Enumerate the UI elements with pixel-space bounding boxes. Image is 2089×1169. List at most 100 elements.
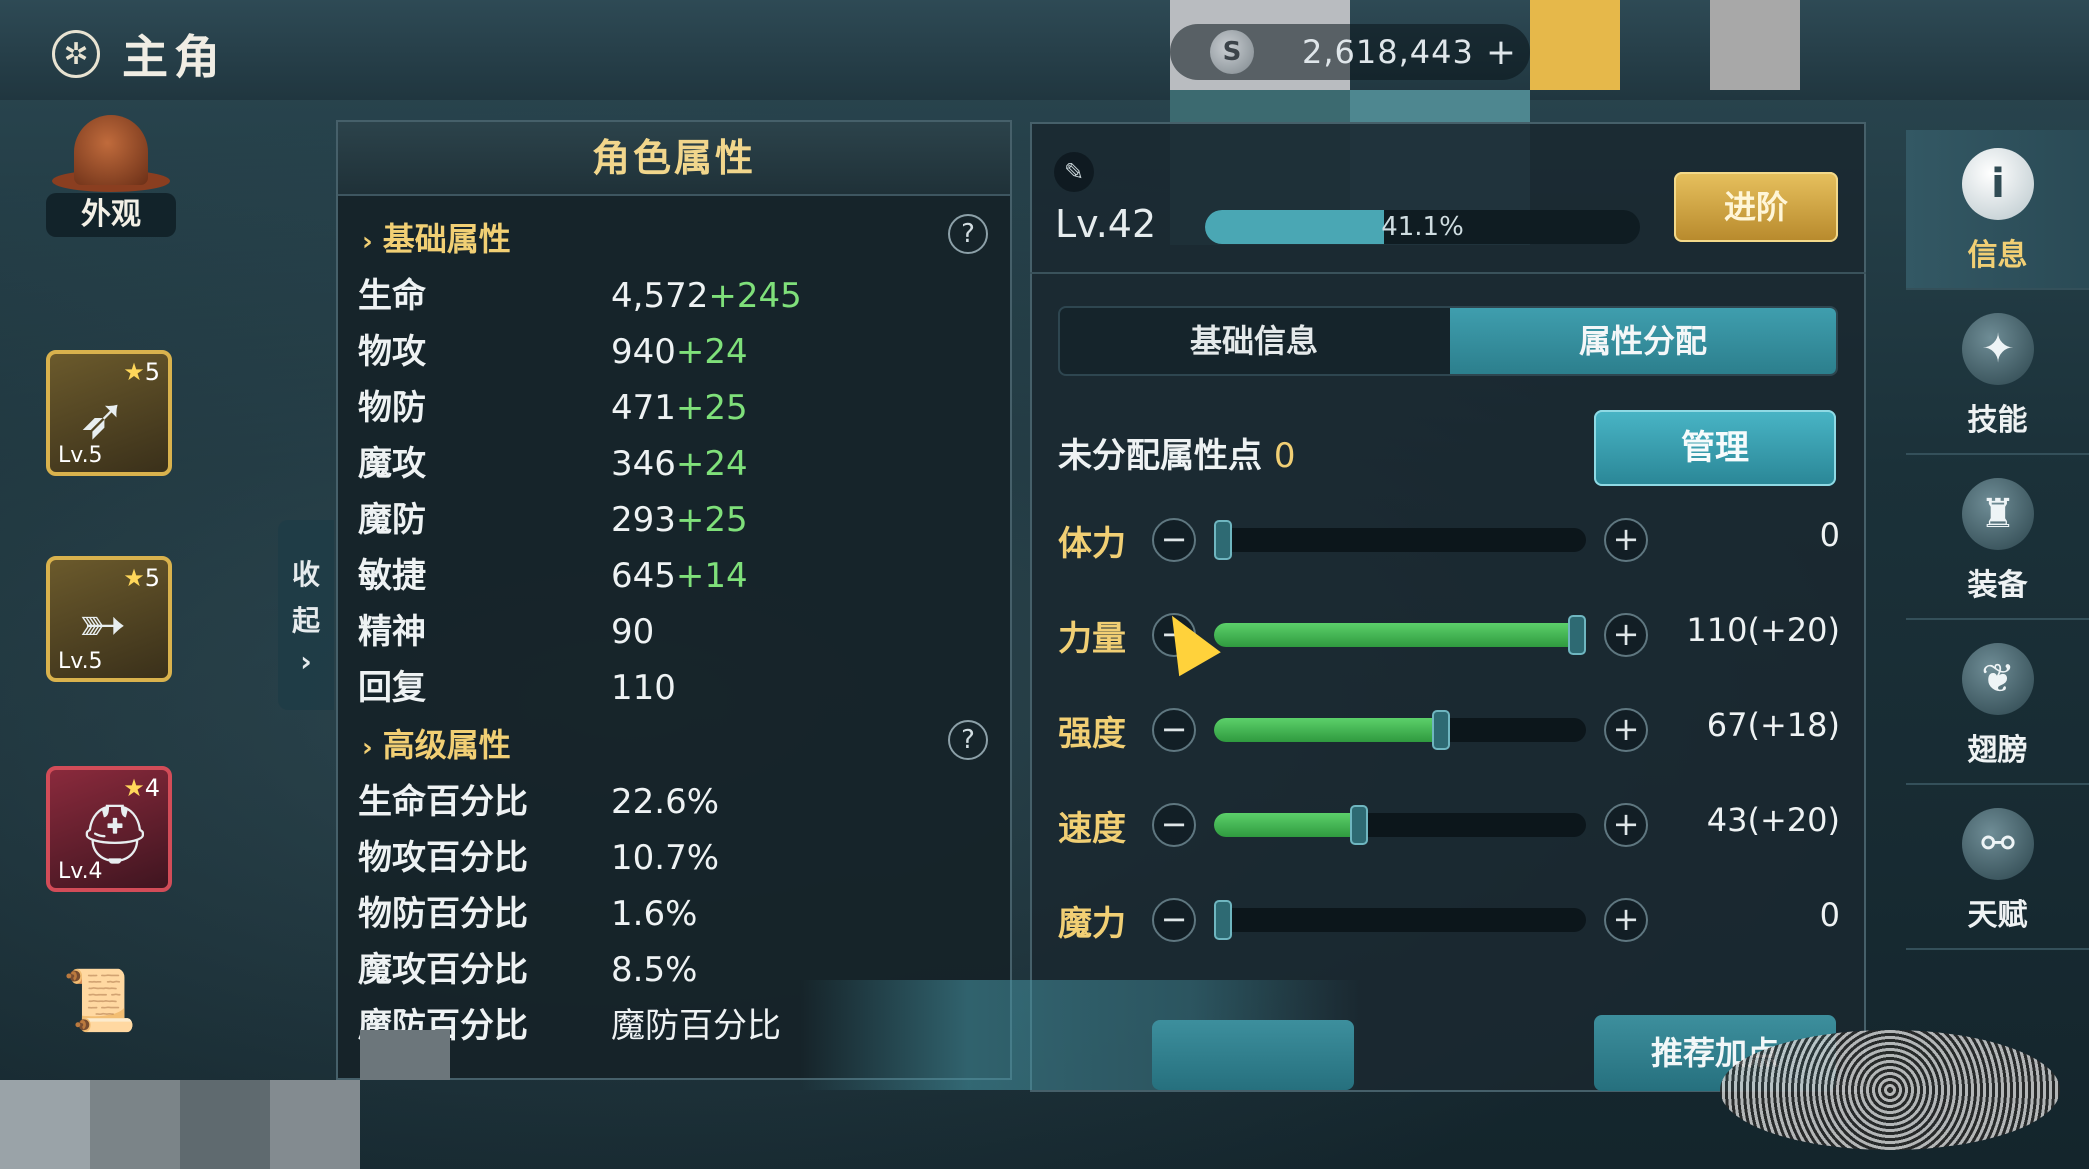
minus-button[interactable]: − (1152, 518, 1196, 562)
slider-track[interactable] (1214, 710, 1586, 750)
item-level: Lv.5 (58, 649, 103, 674)
slider-label: 魔力 (1058, 904, 1126, 944)
nav-item-wing[interactable]: ❦ 翅膀 (1906, 625, 2089, 785)
stat-name: 魔防 (358, 500, 426, 540)
slider-track[interactable] (1214, 900, 1586, 940)
stat-name: 生命 (358, 276, 426, 316)
stat-bonus: +25 (675, 388, 748, 428)
stat-value: 346+24 (611, 444, 748, 484)
attribute-panel-title: 角色属性 (338, 122, 1010, 196)
unassigned-label: 未分配属性点 (1058, 436, 1262, 476)
pencil-icon[interactable]: ✎ (1054, 152, 1094, 192)
mosaic-block (1530, 0, 1620, 90)
plus-button[interactable]: + (1604, 518, 1648, 562)
tab-basic-info[interactable]: 基础信息 (1060, 308, 1448, 374)
slider-track[interactable] (1214, 805, 1586, 845)
nav-item-talent[interactable]: ⚯ 天赋 (1906, 790, 2089, 950)
minus-button[interactable]: − (1152, 803, 1196, 847)
slider-track[interactable] (1214, 615, 1586, 655)
stat-value: 645+14 (611, 556, 748, 596)
stat-value: 1.6% (611, 894, 698, 934)
stat-value: 魔防百分比 (611, 1006, 781, 1046)
scroll-icon[interactable]: 📜 (62, 965, 152, 1045)
slider-value: 110(+20) (1686, 611, 1840, 649)
stat-name: 敏捷 (358, 556, 426, 596)
attribute-slider-row: 魔力 − +0 (1058, 890, 1840, 950)
stat-row: 物攻 940+24 (358, 324, 998, 380)
nav-item-skill[interactable]: ✦ 技能 (1906, 295, 2089, 455)
nav-item-info[interactable]: i 信息 (1906, 130, 2089, 290)
help-button[interactable]: ? (948, 720, 988, 760)
slider-value: 43(+20) (1706, 801, 1840, 839)
slider-fill (1214, 718, 1441, 742)
stat-name: 物攻 (358, 332, 426, 372)
manage-button[interactable]: 管理 (1594, 410, 1836, 486)
unassigned-value: 0 (1273, 436, 1296, 476)
star-rating: ★5 (123, 358, 160, 386)
stat-bonus: +24 (675, 444, 748, 484)
collapse-char: 起 (291, 603, 320, 637)
stat-name: 回复 (358, 668, 426, 708)
appearance-button[interactable]: 外观 (46, 115, 176, 237)
currency-bar: S 2,618,443 + (1170, 24, 1530, 80)
stat-name: 物防 (358, 388, 426, 428)
chevron-right-icon: › (362, 227, 373, 257)
tab-attribute-allocation[interactable]: 属性分配 (1450, 308, 1836, 374)
stat-value: 90 (611, 612, 655, 652)
slider-handle[interactable] (1350, 805, 1368, 845)
advance-button[interactable]: 进阶 (1674, 172, 1838, 242)
stat-bonus: +24 (675, 332, 748, 372)
tab-bar: 基础信息 属性分配 (1058, 306, 1838, 376)
stat-name: 魔攻 (358, 444, 426, 484)
exp-percent: 41.1% (1381, 212, 1464, 242)
stat-value: 110 (611, 668, 676, 708)
minus-button[interactable]: − (1152, 898, 1196, 942)
help-button[interactable]: ? (948, 214, 988, 254)
chevron-right-icon: › (362, 733, 373, 763)
unassigned-points: 未分配属性点 0 (1058, 428, 1295, 477)
minus-button[interactable]: − (1152, 708, 1196, 752)
reset-button[interactable] (1152, 1020, 1354, 1090)
gear-icon[interactable]: ✲ (52, 30, 100, 78)
slider-fill (1214, 813, 1359, 837)
slider-track[interactable] (1214, 520, 1586, 560)
slider-fill (1214, 623, 1586, 647)
plus-button[interactable]: + (1604, 898, 1648, 942)
collapse-tab[interactable]: 收 起 › (278, 520, 334, 710)
stat-name: 魔攻百分比 (358, 950, 528, 990)
slider-value: 0 (1819, 896, 1840, 934)
plus-button[interactable]: + (1604, 803, 1648, 847)
stat-bonus: +25 (675, 500, 748, 540)
mosaic-block (90, 1080, 180, 1169)
nav-label: 装备 (1967, 568, 2028, 603)
skill-icon: ✦ (1962, 313, 2034, 385)
obscured-region (1720, 1030, 2060, 1150)
nav-label: 信息 (1967, 238, 2028, 273)
player-level: Lv.42 (1055, 202, 1157, 246)
stat-value: 940+24 (611, 332, 748, 372)
slider-label: 强度 (1058, 714, 1126, 754)
stat-name: 生命百分比 (358, 782, 528, 822)
equip-slot-helmet[interactable]: ★4 ⛑ Lv.4 (46, 766, 172, 892)
attribute-slider-row: 体力 − +0 (1058, 510, 1840, 570)
plus-button[interactable]: + (1604, 708, 1648, 752)
add-currency-button[interactable]: + (1486, 32, 1516, 73)
stat-value: 10.7% (611, 838, 720, 878)
equip-slot-arrows[interactable]: ★5 ➶ Lv.5 (46, 350, 172, 476)
stat-value: 471+25 (611, 388, 748, 428)
equip-slot-bow[interactable]: ★5 ➳ Lv.5 (46, 556, 172, 682)
nav-item-armor[interactable]: ♜ 装备 (1906, 460, 2089, 620)
page-title: ✲ 主角 (52, 26, 226, 84)
info-icon: i (1962, 148, 2034, 220)
slider-handle[interactable] (1568, 615, 1586, 655)
divider (1030, 272, 1866, 274)
armor-icon: ♜ (1962, 478, 2034, 550)
nav-label: 翅膀 (1967, 733, 2028, 768)
slider-handle[interactable] (1432, 710, 1450, 750)
plus-button[interactable]: + (1604, 613, 1648, 657)
attribute-slider-row: 强度 − +67(+18) (1058, 700, 1840, 760)
slider-handle[interactable] (1214, 900, 1232, 940)
mosaic-block (1710, 0, 1800, 90)
slider-handle[interactable] (1214, 520, 1232, 560)
attribute-panel: 角色属性 › 基础属性 ? 生命 4,572+245 物攻 940+24 物防 471+25… (336, 120, 1012, 1080)
